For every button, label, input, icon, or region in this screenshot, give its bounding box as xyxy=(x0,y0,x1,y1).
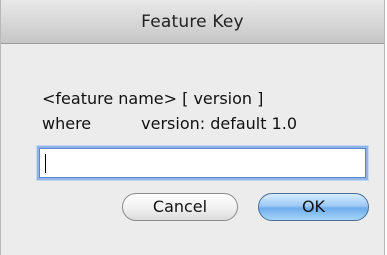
message-line-1: <feature name> [ version ] xyxy=(42,89,264,108)
message-where-label: where xyxy=(42,114,92,133)
message-line-2: where version: default 1.0 xyxy=(42,114,297,133)
ok-button[interactable]: OK xyxy=(258,193,369,221)
cancel-button[interactable]: Cancel xyxy=(122,193,238,221)
feature-key-dialog: Feature Key <feature name> [ version ] w… xyxy=(0,0,385,255)
dialog-title: Feature Key xyxy=(141,12,244,32)
message-version-note: version: default 1.0 xyxy=(141,114,298,133)
text-caret xyxy=(45,154,46,173)
feature-key-input[interactable] xyxy=(39,148,366,178)
title-bar[interactable]: Feature Key xyxy=(1,0,384,44)
